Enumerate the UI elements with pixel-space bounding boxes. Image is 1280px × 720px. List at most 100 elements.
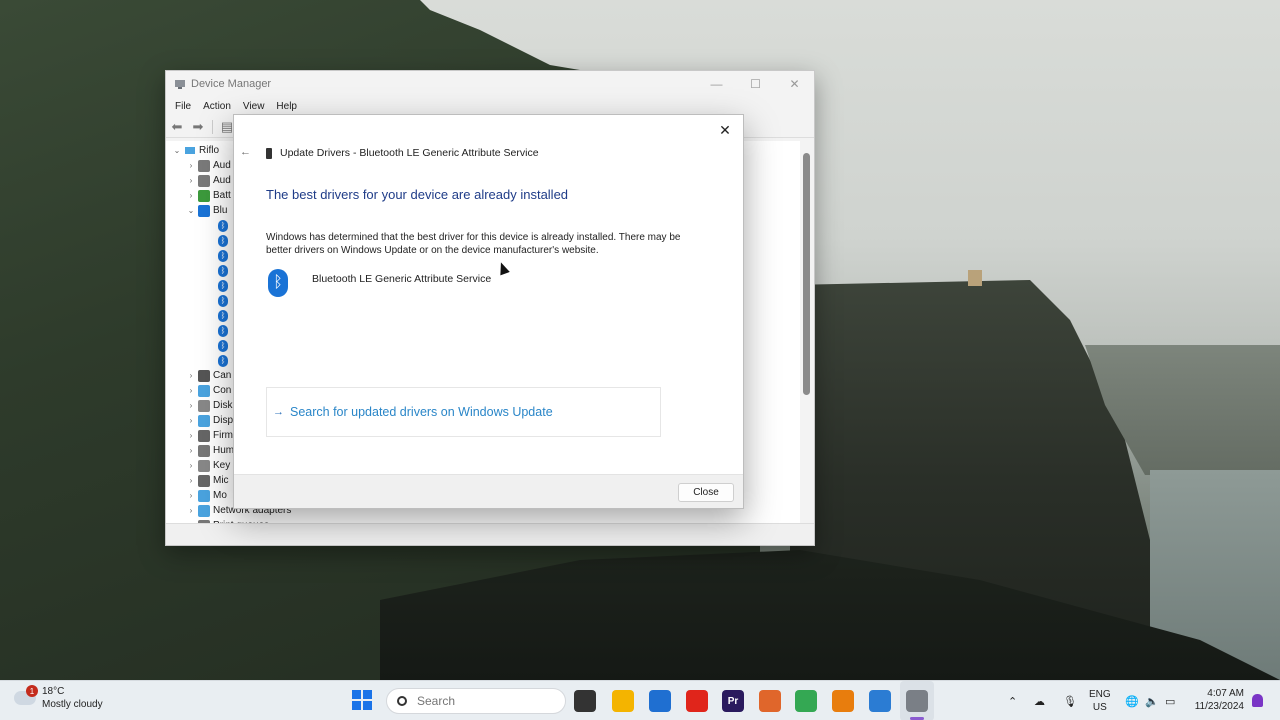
tray-onedrive[interactable]: ☁ bbox=[1034, 681, 1045, 720]
tray-network[interactable]: 🌐 bbox=[1125, 681, 1139, 720]
device-icon bbox=[266, 147, 272, 159]
microsoft-store-icon[interactable] bbox=[649, 690, 671, 712]
start-button[interactable] bbox=[352, 690, 372, 710]
bluetooth-device-row[interactable]: ᛒ bbox=[216, 278, 231, 293]
device-name: Bluetooth LE Generic Attribute Service bbox=[312, 273, 492, 285]
tree-category[interactable]: › Aud bbox=[186, 158, 231, 173]
chevron-right-icon[interactable]: › bbox=[186, 386, 196, 395]
device-manager-app-icon[interactable] bbox=[906, 690, 928, 712]
weather-widget[interactable]: 1 18°C Mostly cloudy bbox=[14, 685, 103, 711]
task-view-icon[interactable] bbox=[574, 690, 596, 712]
tree-category[interactable]: › Aud bbox=[186, 173, 231, 188]
windows-update-link[interactable]: Search for updated drivers on Windows Up… bbox=[290, 405, 553, 419]
maximize-button[interactable]: ☐ bbox=[736, 71, 775, 96]
menu-view[interactable]: View bbox=[237, 99, 271, 114]
chrome-icon[interactable] bbox=[795, 690, 817, 712]
tree-category-label: Batt bbox=[213, 190, 231, 201]
close-window-button[interactable]: ✕ bbox=[775, 71, 814, 96]
bluetooth-device-row[interactable]: ᛒ bbox=[216, 293, 231, 308]
speaker-icon[interactable]: 🔈 bbox=[1145, 695, 1159, 708]
back-arrow-icon[interactable]: ← bbox=[240, 146, 251, 158]
cloud-sync-icon[interactable]: ☁ bbox=[1034, 695, 1045, 708]
windows-logo-tile bbox=[352, 690, 361, 699]
tree-category[interactable]: › Key bbox=[186, 458, 230, 473]
windows-update-link-box[interactable]: → Search for updated drivers on Windows … bbox=[266, 387, 661, 437]
red-diamond-app-icon[interactable] bbox=[686, 690, 708, 712]
chevron-right-icon[interactable]: › bbox=[186, 491, 196, 500]
tray-overflow[interactable]: ⌃ bbox=[1008, 681, 1017, 720]
dialog-close-icon[interactable]: ✕ bbox=[713, 119, 737, 141]
chevron-right-icon[interactable]: › bbox=[186, 161, 196, 170]
status-bar bbox=[166, 523, 814, 545]
chevron-down-icon[interactable]: ⌄ bbox=[186, 206, 196, 215]
clock[interactable]: 4:07 AM 11/23/2024 bbox=[1186, 687, 1244, 713]
menu-help[interactable]: Help bbox=[270, 99, 303, 114]
chevron-right-icon[interactable]: › bbox=[186, 461, 196, 470]
chevron-right-icon[interactable]: › bbox=[186, 446, 196, 455]
tree-category[interactable]: › Can bbox=[186, 368, 231, 383]
file-explorer-icon[interactable] bbox=[612, 690, 634, 712]
bluetooth-device-row[interactable]: ᛒ bbox=[216, 308, 231, 323]
close-button[interactable]: Close bbox=[678, 483, 734, 502]
menu-file[interactable]: File bbox=[169, 99, 197, 114]
menu-action[interactable]: Action bbox=[197, 99, 237, 114]
dialog-description: Windows has determined that the best dri… bbox=[266, 232, 681, 256]
chevron-right-icon[interactable]: › bbox=[186, 176, 196, 185]
windows-logo-tile bbox=[363, 701, 372, 710]
bluetooth-device-row[interactable]: ᛒ bbox=[216, 263, 231, 278]
tree-category[interactable]: › Mo bbox=[186, 488, 227, 503]
minimize-button[interactable]: — bbox=[697, 71, 736, 96]
dialog-footer: Close bbox=[234, 474, 743, 508]
computer-icon bbox=[185, 146, 195, 154]
chevron-up-icon[interactable]: ⌃ bbox=[1008, 695, 1017, 708]
tree-category[interactable]: › Disp bbox=[186, 413, 233, 428]
cloud-icon: 1 bbox=[14, 685, 38, 705]
back-arrow-icon[interactable]: ⬅ bbox=[168, 118, 186, 136]
bluetooth-device-row[interactable]: ᛒ bbox=[216, 323, 231, 338]
chevron-right-icon[interactable]: › bbox=[186, 416, 196, 425]
bluetooth-device-row[interactable]: ᛒ bbox=[216, 248, 231, 263]
device-manager-app-icon bbox=[175, 79, 185, 89]
battery-icon[interactable]: ▭ bbox=[1165, 695, 1175, 708]
tree-category-label: Key bbox=[213, 460, 231, 471]
taskbar-search[interactable] bbox=[386, 688, 566, 714]
chevron-right-icon[interactable]: › bbox=[186, 401, 196, 410]
tree-category[interactable]: › Disk bbox=[186, 398, 232, 413]
tray-volume[interactable]: 🔈 bbox=[1145, 681, 1159, 720]
tree-category[interactable]: › Batt bbox=[186, 188, 231, 203]
tray-battery[interactable]: ▭ bbox=[1165, 681, 1175, 720]
chevron-right-icon[interactable]: › bbox=[186, 506, 196, 515]
language-indicator[interactable]: ENG US bbox=[1089, 688, 1111, 714]
bluetooth-device-row[interactable]: ᛒ bbox=[216, 218, 231, 233]
chevron-right-icon[interactable]: › bbox=[186, 431, 196, 440]
window-title: Device Manager bbox=[191, 77, 272, 90]
tree-category-label: Blu bbox=[213, 205, 228, 216]
weather-desc: Mostly cloudy bbox=[42, 699, 103, 710]
premiere-pro-icon[interactable]: Pr bbox=[722, 690, 744, 712]
bluetooth-device-row[interactable]: ᛒ bbox=[216, 338, 231, 353]
tree-category[interactable]: › Firm bbox=[186, 428, 233, 443]
vertical-scrollbar[interactable] bbox=[803, 153, 810, 395]
globe-icon[interactable]: 🌐 bbox=[1125, 695, 1139, 708]
search-input[interactable] bbox=[417, 694, 547, 708]
tree-category[interactable]: › Mic bbox=[186, 473, 229, 488]
microphone-icon[interactable]: 🎙 bbox=[1063, 695, 1077, 708]
chevron-right-icon[interactable]: › bbox=[186, 371, 196, 380]
matlab-icon[interactable] bbox=[759, 690, 781, 712]
forward-arrow-icon[interactable]: ➡ bbox=[189, 118, 207, 136]
bluetooth-device-row[interactable]: ᛒ bbox=[216, 233, 231, 248]
tree-category[interactable]: › Con bbox=[186, 383, 231, 398]
notification-bell-icon[interactable] bbox=[1252, 694, 1263, 707]
chevron-right-icon[interactable]: › bbox=[186, 191, 196, 200]
tree-category[interactable]: › Hum bbox=[186, 443, 234, 458]
tree-root[interactable]: ⌄ Riflo bbox=[172, 143, 219, 158]
tree-category[interactable]: ⌄ Blu bbox=[186, 203, 227, 218]
region-line: US bbox=[1092, 702, 1107, 713]
chevron-right-icon[interactable]: › bbox=[186, 476, 196, 485]
chevron-down-icon[interactable]: ⌄ bbox=[172, 146, 182, 155]
device-category-icon bbox=[198, 159, 210, 172]
snipping-tool-icon[interactable] bbox=[869, 690, 891, 712]
bluetooth-device-row[interactable]: ᛒ bbox=[216, 353, 231, 368]
tray-microphone[interactable]: 🎙 bbox=[1063, 681, 1077, 720]
blender-icon[interactable] bbox=[832, 690, 854, 712]
